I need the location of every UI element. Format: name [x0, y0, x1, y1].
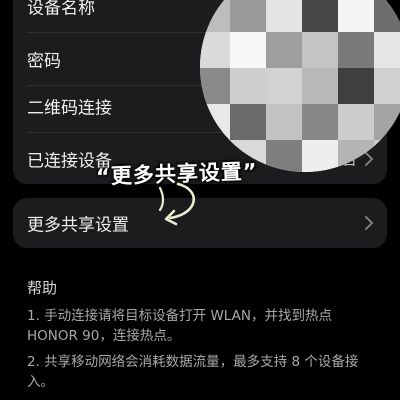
qr-pixel: [374, 68, 400, 104]
chevron-right-icon: [365, 152, 373, 166]
qr-pixel: [266, 0, 302, 32]
qr-pixel: [230, 68, 266, 104]
qr-pixel: [266, 32, 302, 68]
help-title: 帮助: [27, 279, 58, 297]
qr-pixel: [338, 104, 374, 140]
qr-pixel: [374, 0, 400, 32]
qr-pixel: [374, 104, 400, 140]
qr-pixel: [230, 104, 266, 140]
more-sharing-settings-label: 更多共享设置: [27, 215, 129, 236]
qr-pixel: [302, 104, 338, 140]
chevron-right-icon: [365, 216, 373, 230]
qr-pixel: [338, 0, 374, 32]
qr-pixel: [302, 68, 338, 104]
device-name-label: 设备名称: [27, 0, 95, 19]
qr-pixel: [230, 0, 266, 32]
qr-pixel: [302, 140, 338, 172]
qr-pixel: [338, 32, 374, 68]
qr-pixel: [200, 32, 230, 68]
qr-pixel: [302, 32, 338, 68]
qr-pixel: [302, 0, 338, 32]
password-label: 密码: [27, 51, 61, 72]
qr-pixel: [266, 104, 302, 140]
qr-pixel: [200, 68, 230, 104]
help-item: 1. 手动连接请将目标设备打开 WLAN，并找到热点 HONOR 90，连接热点…: [27, 308, 332, 344]
annotation-callout: “更多共享设置”: [95, 159, 259, 189]
qr-pixel: [266, 68, 302, 104]
help-item: 2. 共享移动网络会消耗数据流量，最多支持 8 个设备接入。: [27, 354, 359, 390]
qr-pixel: [374, 32, 400, 68]
qr-pixel: [338, 68, 374, 104]
qr-connect-label: 二维码连接: [27, 98, 112, 119]
hotspot-settings-screen: 设备名称 密码 二维码连接 已连接设备 2 台 更多共享设置 “: [0, 0, 400, 400]
qr-pixel: [230, 32, 266, 68]
